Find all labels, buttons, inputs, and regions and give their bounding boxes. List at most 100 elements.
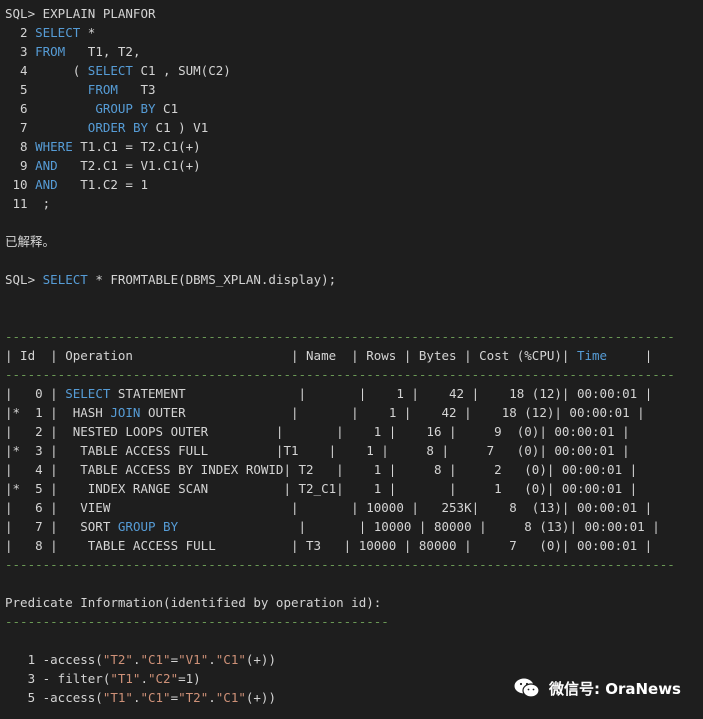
sql-keyword: GROUP BY	[95, 101, 156, 116]
terminal-line: | 8 | TABLE ACCESS FULL | T3 | 10000 | 8…	[5, 536, 652, 555]
quoted-identifier: "C1"	[215, 690, 246, 705]
sql-keyword: FROM	[87, 82, 118, 97]
terminal-line: 1 -access("T2"."C1"="V1"."C1"(+))	[5, 650, 276, 669]
sql-keyword: SELECT	[35, 25, 81, 40]
terminal-text: | 4 | TABLE ACCESS BY INDEX ROWID| T2 | …	[5, 462, 638, 477]
terminal-line: ----------------------------------------…	[5, 555, 675, 574]
terminal-text: =1)	[178, 671, 201, 686]
terminal-text: 5 -access(	[5, 690, 103, 705]
terminal-text: =	[170, 652, 179, 667]
terminal-line: Predicate Information(identified by oper…	[5, 593, 381, 612]
terminal-text: |* 3 | TABLE ACCESS FULL |T1 | 1 | 8 | 7…	[5, 443, 630, 458]
terminal-text: 10	[5, 177, 36, 192]
quoted-identifier: "T2"	[102, 652, 133, 667]
terminal-line: 2 SELECT *	[5, 23, 95, 42]
quoted-identifier: "T2"	[178, 690, 209, 705]
terminal-line: | 6 | VIEW | | 10000 | 253K| 8 (13)| 00:…	[5, 498, 652, 517]
terminal-line: | Id | Operation | Name | Rows | Bytes |…	[5, 346, 652, 365]
terminal-text: | Id | Operation | Name | Rows | Bytes |…	[5, 348, 577, 363]
terminal-text: C1 ) V1	[148, 120, 209, 135]
terminal-line: | 0 | SELECT STATEMENT | | 1 | 42 | 18 (…	[5, 384, 652, 403]
terminal-text: T1.C1 = T2.C1(+)	[72, 139, 201, 154]
terminal-line: 8 WHERE T1.C1 = T2.C1(+)	[5, 137, 201, 156]
terminal-text: | 2 | NESTED LOOPS OUTER | | 1 | 16 | 9 …	[5, 424, 630, 439]
table-separator: ----------------------------------------…	[5, 557, 675, 572]
terminal-text: (+))	[245, 690, 276, 705]
quoted-identifier: "V1"	[178, 652, 209, 667]
terminal-text: T2.C1 = V1.C1(+)	[57, 158, 201, 173]
terminal-text: OUTER | | 1 | 42 | 18 (12)| 00:00:01 |	[140, 405, 645, 420]
sql-keyword: SELECT	[65, 386, 111, 401]
terminal-line: SQL> EXPLAIN PLANFOR	[5, 4, 156, 23]
table-separator: ----------------------------------------…	[5, 614, 389, 629]
terminal-text: | | 10000 | 80000 | 8 (13)| 00:00:01 |	[178, 519, 660, 534]
terminal-text: 1 -access(	[5, 652, 103, 667]
terminal-text: SQL>	[5, 272, 43, 287]
terminal-text: T1.C2 = 1	[57, 177, 148, 192]
terminal-text: C1 , SUM(C2)	[132, 63, 231, 78]
quoted-identifier: "C1"	[140, 690, 171, 705]
sql-keyword: WHERE	[35, 139, 73, 154]
terminal-line: 5 FROM T3	[5, 80, 156, 99]
terminal-line: 6 GROUP BY C1	[5, 99, 178, 118]
terminal-line: 5 -access("T1"."C1"="T2"."C1"(+))	[5, 688, 276, 707]
terminal-line: 9 AND T2.C1 = V1.C1(+)	[5, 156, 201, 175]
terminal-line: 4 ( SELECT C1 , SUM(C2)	[5, 61, 231, 80]
wechat-icon	[514, 678, 540, 698]
terminal-text: | 8 | TABLE ACCESS FULL | T3 | 10000 | 8…	[5, 538, 653, 553]
quoted-identifier: "C1"	[215, 652, 246, 667]
terminal-text: | 7 | SORT	[5, 519, 118, 534]
watermark-text: 微信号: OraNews	[548, 679, 681, 698]
wechat-watermark: 微信号: OraNews	[513, 677, 681, 699]
terminal-text: 4 (	[5, 63, 88, 78]
terminal-line: | 4 | TABLE ACCESS BY INDEX ROWID| T2 | …	[5, 460, 637, 479]
terminal-text: 3 - filter(	[5, 671, 111, 686]
terminal-line: ----------------------------------------…	[5, 612, 389, 631]
terminal-text: * FROMTABLE(DBMS_XPLAN.display);	[87, 272, 337, 287]
terminal-text: |	[607, 348, 653, 363]
terminal-line: | 2 | NESTED LOOPS OUTER | | 1 | 16 | 9 …	[5, 422, 630, 441]
terminal-line: 3 - filter("T1"."C2"=1)	[5, 669, 201, 688]
terminal-text: 11 ;	[5, 196, 51, 211]
terminal-output[interactable]: SQL> EXPLAIN PLANFOR 2 SELECT * 3 FROM T…	[0, 0, 703, 719]
sql-keyword: SELECT	[87, 63, 133, 78]
quoted-identifier: "C1"	[140, 652, 171, 667]
terminal-line: | 7 | SORT GROUP BY | | 10000 | 80000 | …	[5, 517, 660, 536]
terminal-text: 9	[5, 158, 36, 173]
sql-keyword: GROUP BY	[117, 519, 179, 534]
sql-keyword: Time	[576, 348, 608, 363]
terminal-text: 7	[5, 120, 88, 135]
terminal-text: | 6 | VIEW | | 10000 | 253K| 8 (13)| 00:…	[5, 500, 653, 515]
terminal-text: =	[170, 690, 179, 705]
terminal-line: 已解释。	[5, 232, 55, 251]
terminal-text: STATEMENT | | 1 | 42 | 18 (12)| 00:00:01…	[110, 386, 653, 401]
terminal-text: |* 1 | HASH	[5, 405, 111, 420]
terminal-text: *	[80, 25, 96, 40]
terminal-line: ----------------------------------------…	[5, 365, 675, 384]
terminal-line: |* 1 | HASH JOIN OUTER | | 1 | 42 | 18 (…	[5, 403, 645, 422]
sql-keyword: ORDER BY	[87, 120, 149, 135]
terminal-text: T1, T2,	[65, 44, 141, 59]
table-separator: ----------------------------------------…	[5, 367, 675, 382]
quoted-identifier: "C2"	[148, 671, 179, 686]
terminal-text: | 0 |	[5, 386, 66, 401]
terminal-line: 7 ORDER BY C1 ) V1	[5, 118, 208, 137]
terminal-text: C1	[155, 101, 179, 116]
terminal-text: 5	[5, 82, 88, 97]
terminal-line: 11 ;	[5, 194, 51, 213]
quoted-identifier: "T1"	[110, 671, 141, 686]
terminal-text: 已解释。	[5, 234, 56, 249]
sql-keyword: JOIN	[110, 405, 141, 420]
terminal-line: ----------------------------------------…	[5, 327, 675, 346]
table-separator: ----------------------------------------…	[5, 329, 675, 344]
terminal-text: (+))	[245, 652, 276, 667]
terminal-line: 10 AND T1.C2 = 1	[5, 175, 148, 194]
sql-keyword: FROM	[35, 44, 66, 59]
terminal-text: |* 5 | INDEX RANGE SCAN | T2_C1| 1 | | 1…	[5, 481, 638, 496]
sql-keyword: AND	[35, 177, 58, 192]
terminal-line: |* 3 | TABLE ACCESS FULL |T1 | 1 | 8 | 7…	[5, 441, 630, 460]
terminal-text: SQL> EXPLAIN PLANFOR	[5, 6, 156, 21]
terminal-line: 3 FROM T1, T2,	[5, 42, 140, 61]
terminal-text: T3	[117, 82, 156, 97]
quoted-identifier: "T1"	[102, 690, 133, 705]
